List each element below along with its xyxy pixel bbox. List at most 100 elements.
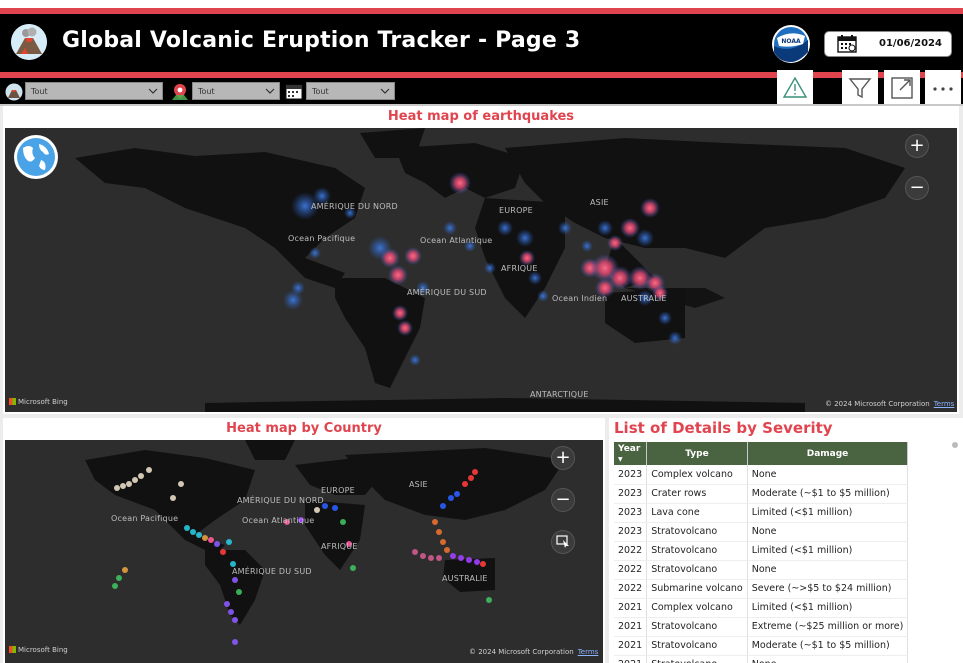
- table-row[interactable]: 2023 Crater rows Moderate (~$1 to $5 milli…: [614, 484, 909, 504]
- country-dot[interactable]: [462, 481, 468, 487]
- cell-year: 2023: [614, 484, 648, 504]
- country-heat-map[interactable]: AMÉRIQUE DU NORD Ocean Pacifique EUROPE …: [5, 440, 603, 663]
- cell-year: 2023: [614, 465, 648, 485]
- cell-type: Crater rows: [646, 484, 748, 504]
- date-filter-dropdown[interactable]: Tout: [306, 82, 395, 100]
- country-dot[interactable]: [472, 469, 478, 475]
- volcano-icon: [5, 83, 23, 101]
- country-dot[interactable]: [412, 549, 418, 555]
- cell-year: 2022: [614, 541, 648, 561]
- country-dot[interactable]: [228, 609, 234, 615]
- column-header-type[interactable]: Type: [646, 442, 748, 465]
- label-africa: AFRIQUE: [321, 542, 358, 551]
- table-row[interactable]: 2023 Stratovolcano None: [614, 522, 909, 542]
- country-dot[interactable]: [436, 529, 442, 535]
- label-asia: ASIE: [590, 198, 609, 207]
- terms-link[interactable]: Terms: [934, 400, 955, 408]
- country-dot[interactable]: [214, 541, 220, 547]
- cell-type: Stratovolcano: [646, 560, 748, 580]
- zoom-in-button[interactable]: +: [551, 446, 575, 470]
- country-dot[interactable]: [474, 559, 480, 565]
- table-row[interactable]: 2021 Complex volcano Limited (<$1 million): [614, 598, 909, 618]
- country-dot[interactable]: [332, 505, 338, 511]
- header-bar: Global Volcanic Eruption Tracker - Page …: [0, 14, 963, 72]
- country-map-panel: Heat map by Country AMÉRIQUE DU NORD Oce…: [3, 418, 605, 663]
- table-row[interactable]: 2021StratovolcanoNone: [614, 655, 909, 663]
- country-dot[interactable]: [112, 583, 118, 589]
- country-dot[interactable]: [466, 557, 472, 563]
- country-dot[interactable]: [196, 532, 202, 538]
- country-dot[interactable]: [116, 575, 122, 581]
- country-dot[interactable]: [184, 525, 190, 531]
- table-row[interactable]: 2023 Lava cone Limited (<$1 million): [614, 503, 909, 523]
- label-north-america: AMÉRIQUE DU NORD: [311, 202, 398, 211]
- country-dot[interactable]: [226, 539, 232, 545]
- earthquake-map-title: Heat map of earthquakes: [387, 109, 575, 124]
- country-dot[interactable]: [190, 529, 196, 535]
- location-filter-dropdown[interactable]: Tout: [192, 82, 280, 100]
- cell-type: Stratovolcano: [646, 541, 748, 561]
- country-dot[interactable]: [232, 577, 238, 583]
- country-dot[interactable]: [202, 535, 208, 541]
- country-dot[interactable]: [468, 475, 474, 481]
- country-dot[interactable]: [232, 617, 238, 623]
- select-tool-button[interactable]: [551, 530, 575, 554]
- country-dot[interactable]: [480, 561, 486, 567]
- table-row[interactable]: 2021 Stratovolcano Extreme (~$25 million o…: [614, 617, 909, 637]
- country-dot[interactable]: [350, 565, 356, 571]
- terms-link[interactable]: Terms: [578, 648, 599, 656]
- country-dot[interactable]: [436, 555, 442, 561]
- country-dot[interactable]: [314, 507, 320, 513]
- country-dot[interactable]: [448, 495, 454, 501]
- country-dot[interactable]: [170, 495, 176, 501]
- country-dot[interactable]: [178, 481, 184, 487]
- volcano-filter-dropdown[interactable]: Tout: [25, 82, 163, 100]
- country-dot[interactable]: [220, 549, 226, 555]
- zoom-out-button[interactable]: −: [551, 488, 575, 512]
- cell-damage: Limited (<$1 million): [747, 541, 909, 561]
- table-row[interactable]: 2023 Complex volcano None: [614, 465, 909, 485]
- cell-damage: Moderate (~$1 to $5 million): [747, 636, 909, 656]
- country-dot[interactable]: [236, 589, 242, 595]
- warning-button[interactable]: [777, 70, 813, 104]
- country-dot[interactable]: [428, 555, 434, 561]
- country-dot[interactable]: [208, 537, 214, 543]
- country-dot[interactable]: [486, 597, 492, 603]
- country-dot[interactable]: [232, 639, 238, 645]
- country-dot[interactable]: [138, 473, 144, 479]
- earthquake-heat-map[interactable]: AMÉRIQUE DU NORD Ocean Pacifique EUROPE …: [5, 128, 957, 412]
- country-dot[interactable]: [122, 567, 128, 573]
- warning-icon: [783, 76, 807, 98]
- cell-damage: None: [747, 522, 909, 542]
- expand-button[interactable]: [884, 70, 920, 104]
- volcano-filter-value: Tout: [31, 87, 48, 96]
- country-dot[interactable]: [114, 485, 120, 491]
- country-dot[interactable]: [432, 519, 438, 525]
- column-header-year[interactable]: Year ▼: [614, 442, 648, 465]
- country-dot[interactable]: [340, 519, 346, 525]
- column-header-damage[interactable]: Damage: [747, 442, 909, 465]
- country-dot[interactable]: [450, 553, 456, 559]
- country-dot[interactable]: [454, 491, 460, 497]
- country-dot[interactable]: [146, 467, 152, 473]
- country-dot[interactable]: [440, 503, 446, 509]
- country-dot[interactable]: [420, 553, 426, 559]
- country-dot[interactable]: [224, 601, 230, 607]
- cell-year: 2021: [614, 598, 648, 618]
- scroll-indicator[interactable]: [952, 442, 958, 448]
- table-row[interactable]: 2022 Submarine volcano Severe (~>$5 to $24…: [614, 579, 909, 599]
- more-options-button[interactable]: [925, 70, 961, 104]
- country-dot[interactable]: [440, 539, 446, 545]
- table-row[interactable]: 2022 Stratovolcano None: [614, 560, 909, 580]
- country-dot[interactable]: [132, 477, 138, 483]
- zoom-out-button[interactable]: −: [905, 176, 929, 200]
- country-dot[interactable]: [120, 483, 126, 489]
- table-row[interactable]: 2022 Stratovolcano Limited (<$1 million): [614, 541, 909, 561]
- filter-button[interactable]: [842, 70, 878, 104]
- country-dot[interactable]: [444, 547, 450, 553]
- table-row[interactable]: 2021 Stratovolcano Moderate (~$1 to $5 mil…: [614, 636, 909, 656]
- zoom-in-button[interactable]: +: [905, 134, 929, 158]
- country-dot[interactable]: [126, 481, 132, 487]
- label-atlantic: Ocean Atlantique: [242, 516, 315, 525]
- country-dot[interactable]: [458, 555, 464, 561]
